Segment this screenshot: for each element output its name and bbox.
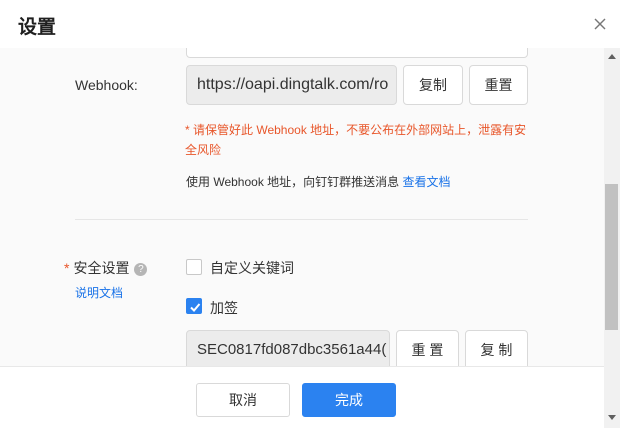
cancel-button[interactable]: 取消 [196,383,290,417]
dialog-title: 设置 [18,17,57,38]
secret-field[interactable]: SEC0817fd087dbc3561a44( [186,330,390,366]
check-icon [190,303,201,312]
keyword-option-label: 自定义关键词 [210,260,294,276]
previous-input-field[interactable] [186,48,528,58]
secret-copy-button[interactable]: 复 制 [465,330,528,366]
webhook-copy-button[interactable]: 复制 [403,65,463,105]
confirm-button[interactable]: 完成 [302,383,396,417]
help-icon[interactable]: ? [134,262,148,276]
vertical-scrollbar[interactable] [604,48,620,428]
close-icon[interactable] [590,14,610,34]
keyword-checkbox[interactable] [186,259,202,275]
webhook-doc-link[interactable]: 查看文档 [403,175,451,189]
dialog-body: Webhook: https://oapi.dingtalk.com/ro 复制… [0,48,604,366]
security-label: 安全设置 [73,260,130,276]
webhook-label: Webhook: [75,77,138,93]
secret-reset-button[interactable]: 重 置 [396,330,459,366]
security-doc-link[interactable]: 说明文档 [75,284,123,301]
security-label-row: * 安全设置? [64,258,148,278]
webhook-warning: * 请保管好此 Webhook 地址，不要公布在外部网站上，泄露有安全风险 [185,123,527,157]
webhook-reset-button[interactable]: 重置 [469,65,528,105]
scroll-down-arrow-icon[interactable] [608,415,616,420]
webhook-hint-text: 使用 Webhook 地址，向钉钉群推送消息 [186,175,400,189]
section-divider [75,219,528,220]
webhook-hint: 使用 Webhook 地址，向钉钉群推送消息 查看文档 [186,173,451,190]
required-mark: * [64,260,70,276]
dialog-header: 设置 [0,0,620,48]
scrollbar-thumb[interactable] [605,184,618,330]
settings-dialog: 设置 Webhook: https://oapi.dingtalk.com/ro… [0,0,620,428]
scroll-up-arrow-icon[interactable] [608,54,616,59]
sign-option-label: 加签 [210,300,238,316]
dialog-footer: 取消 完成 [0,366,604,428]
sign-checkbox[interactable] [186,298,202,314]
webhook-url-field[interactable]: https://oapi.dingtalk.com/ro [186,65,397,105]
